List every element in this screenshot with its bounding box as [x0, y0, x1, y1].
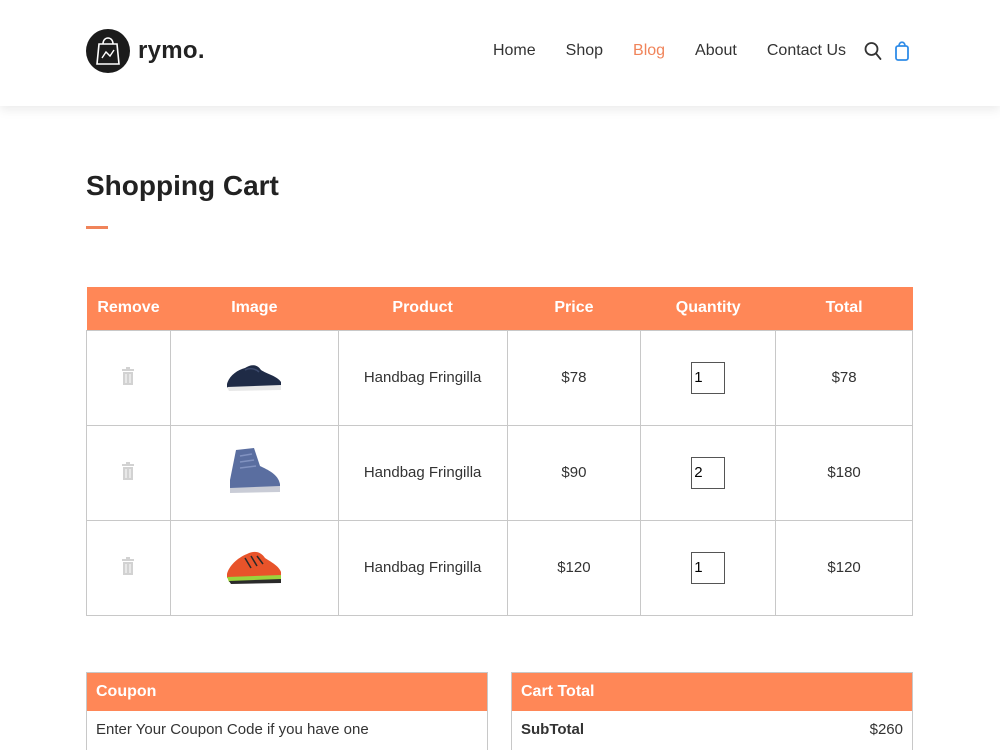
shopping-bag-logo-icon	[86, 29, 130, 73]
remove-cell	[86, 424, 171, 521]
product-image-cell	[169, 329, 339, 426]
quantity-cell	[640, 329, 777, 426]
search-icon[interactable]	[864, 41, 882, 61]
remove-cell	[86, 329, 171, 426]
main-nav: Home Shop Blog About Contact Us	[463, 40, 910, 62]
table-row: Handbag Fringilla $78 $78	[86, 329, 913, 426]
subtotal-value: $260	[869, 721, 903, 738]
header-remove: Remove	[86, 287, 171, 330]
quantity-input[interactable]	[691, 361, 726, 394]
quantity-cell	[640, 519, 777, 616]
blue-high-top-sneaker-image	[230, 447, 281, 493]
total-cell: $120	[775, 519, 913, 616]
header-total: Total	[775, 287, 913, 330]
product-name-cell[interactable]: Handbag Fringilla	[337, 424, 508, 521]
site-header: rymo. Home Shop Blog About Contact Us	[0, 0, 1000, 106]
price-cell: $78	[506, 329, 642, 426]
coupon-text: Enter Your Coupon Code if you have one	[96, 721, 369, 738]
quantity-input[interactable]	[691, 456, 726, 489]
logo-badge	[86, 16, 130, 86]
trash-icon[interactable]	[122, 366, 135, 389]
table-row: Handbag Fringilla $90 $180	[86, 424, 913, 521]
navy-running-shoe-image	[227, 364, 282, 391]
nav-shop[interactable]: Shop	[566, 42, 603, 60]
orange-running-shoe-image	[227, 551, 282, 584]
header-image: Image	[170, 287, 339, 330]
header-price: Price	[507, 287, 641, 330]
product-image[interactable]	[224, 447, 284, 502]
header-quantity: Quantity	[640, 287, 776, 330]
cart-table: Remove Image Product Price Quantity Tota…	[86, 287, 913, 616]
subtotal-row: SubTotal $260	[512, 711, 912, 748]
shopping-bag-icon[interactable]	[894, 40, 910, 62]
price-cell: $90	[506, 424, 642, 521]
coupon-title: Coupon	[87, 673, 487, 711]
title-underline	[86, 226, 108, 229]
cart-total-title: Cart Total	[512, 673, 912, 711]
logo[interactable]: rymo.	[86, 16, 205, 86]
quantity-input[interactable]	[691, 551, 726, 584]
quantity-cell	[640, 424, 777, 521]
coupon-panel: Coupon Enter Your Coupon Code if you hav…	[86, 672, 488, 750]
product-image-cell	[169, 424, 339, 521]
remove-cell	[86, 519, 171, 616]
nav-home[interactable]: Home	[493, 42, 536, 60]
total-cell: $78	[775, 329, 913, 426]
nav-about[interactable]: About	[695, 42, 737, 60]
header-product: Product	[338, 287, 508, 330]
cart-total-panel: Cart Total SubTotal $260	[511, 672, 913, 750]
nav-blog[interactable]: Blog	[633, 42, 665, 60]
trash-icon[interactable]	[122, 461, 135, 484]
table-row: Handbag Fringilla $120 $120	[86, 519, 913, 616]
brand-name: rymo.	[138, 37, 205, 64]
table-header-row: Remove Image Product Price Quantity Tota…	[86, 287, 913, 330]
product-image[interactable]	[223, 551, 285, 592]
nav-contact-us[interactable]: Contact Us	[767, 42, 846, 60]
product-name-cell[interactable]: Handbag Fringilla	[337, 519, 508, 616]
product-image-cell	[169, 519, 339, 616]
page-title: Shopping Cart	[86, 170, 279, 201]
price-cell: $120	[506, 519, 642, 616]
subtotal-label: SubTotal	[521, 721, 585, 738]
total-cell: $180	[775, 424, 913, 521]
trash-icon[interactable]	[122, 556, 135, 579]
product-name-cell[interactable]: Handbag Fringilla	[337, 329, 508, 426]
product-image[interactable]	[223, 364, 285, 400]
